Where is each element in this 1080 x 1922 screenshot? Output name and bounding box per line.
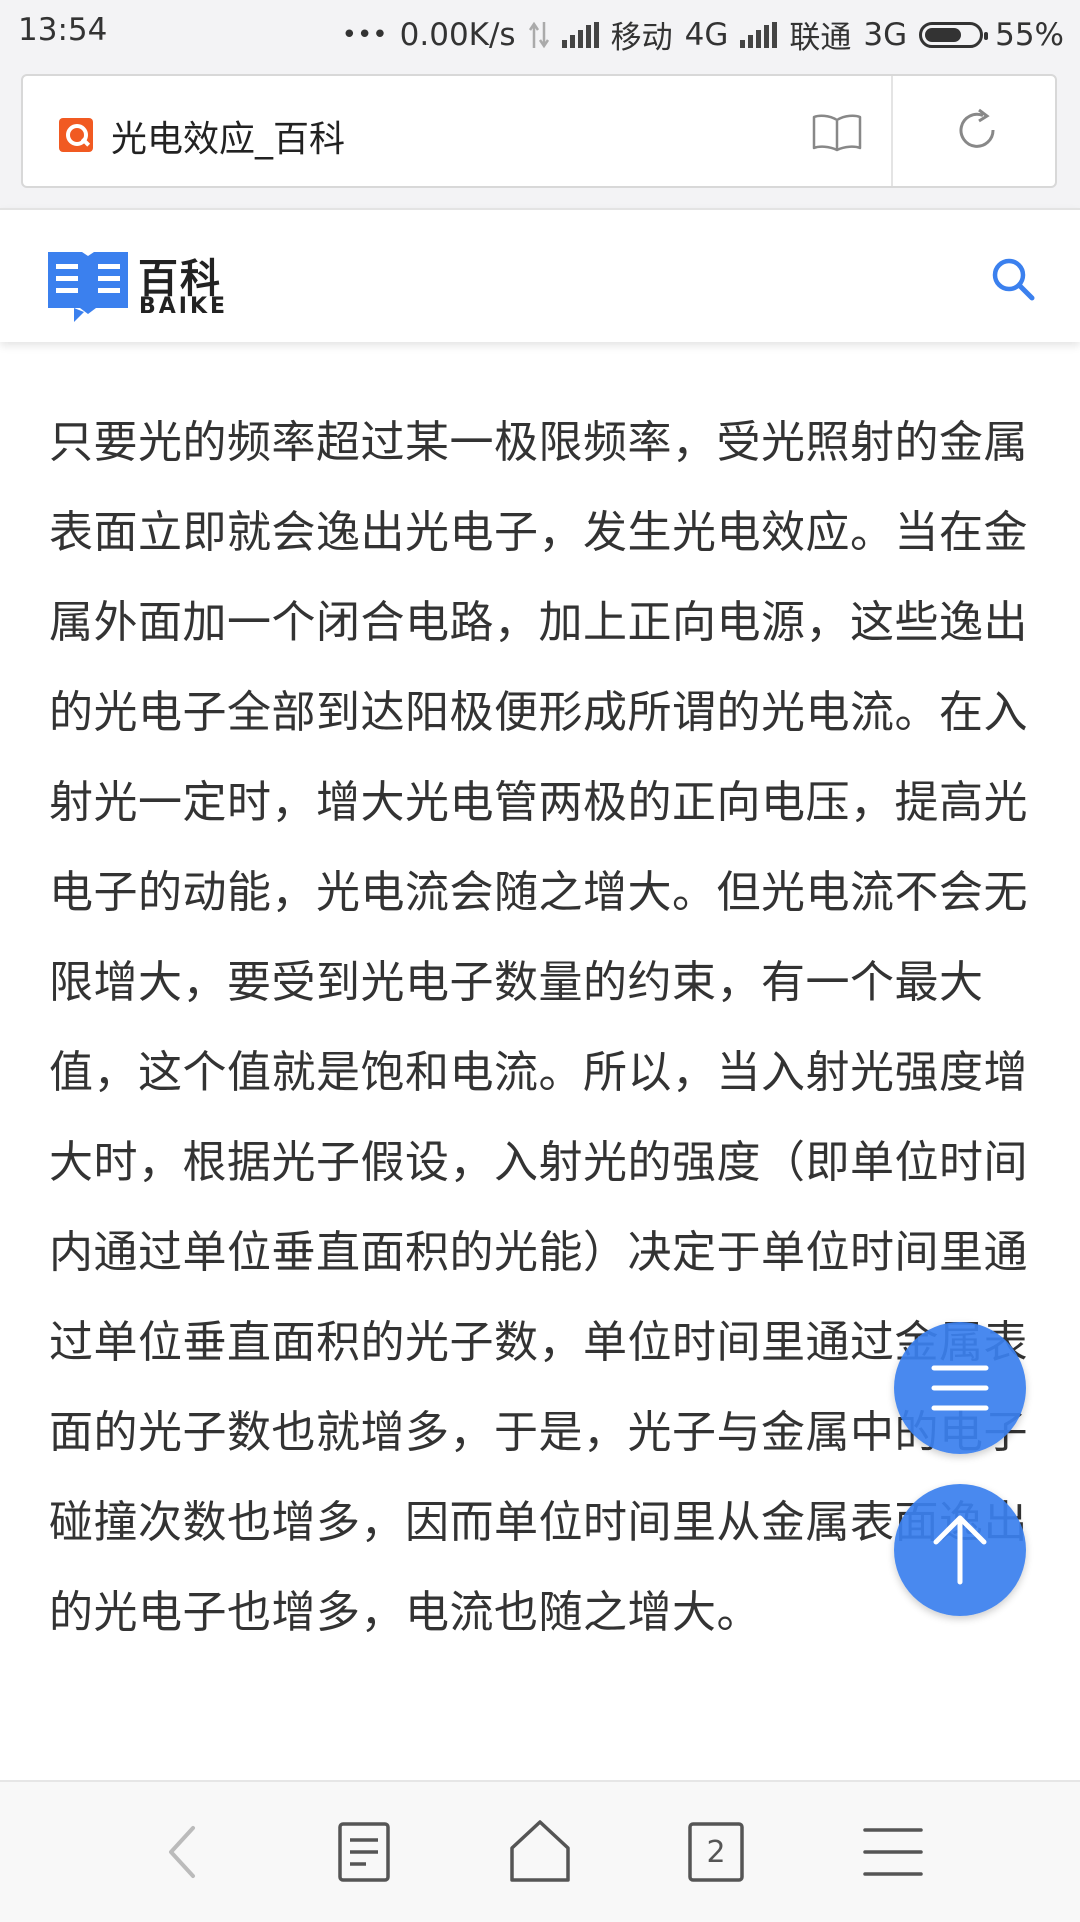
network-type-2: 3G: [863, 16, 908, 53]
network-speed: 0.00K/s: [399, 16, 516, 53]
back-to-top-button[interactable]: [894, 1484, 1026, 1616]
site-header: 百科 BAIKE: [0, 208, 1080, 342]
battery-icon: [919, 21, 989, 48]
reader-mode-icon[interactable]: [811, 112, 863, 152]
menu-button[interactable]: [855, 1814, 931, 1890]
list-icon: [931, 1365, 989, 1411]
browser-address-area: 光电效应_百科: [0, 62, 1080, 208]
carrier-2: 联通: [789, 20, 852, 56]
carrier-1: 移动: [610, 20, 673, 56]
page-title[interactable]: 光电效应_百科: [111, 110, 345, 162]
back-icon: [169, 1826, 195, 1878]
signal-icon-1: [561, 21, 599, 48]
bottom-toolbar: 2: [0, 1780, 1080, 1922]
address-divider: [891, 76, 893, 186]
tabs-count: 2: [706, 1834, 726, 1870]
bookmarks-button[interactable]: [326, 1814, 402, 1890]
home-icon: [510, 1820, 570, 1882]
address-bar[interactable]: 光电效应_百科: [21, 74, 1057, 188]
battery-level: 55%: [995, 16, 1064, 53]
bookmarks-icon: [338, 1822, 390, 1882]
refresh-icon[interactable]: [953, 106, 1001, 154]
article-body: 只要光的频率超过某一极限频率，受光照射的金属表面立即就会逸出光电子，发生光电效应…: [49, 398, 1039, 1658]
back-button[interactable]: [147, 1814, 223, 1890]
search-logo-icon: [59, 118, 93, 152]
search-icon[interactable]: [990, 256, 1036, 302]
signal-icon-2: [740, 21, 778, 48]
data-transfer-icon: [528, 21, 549, 48]
status-bar: 13:54 ••• 0.00K/s 移动 4G 联通 3G 55%: [0, 0, 1080, 62]
arrow-up-icon: [933, 1515, 987, 1585]
more-dots: •••: [341, 19, 388, 50]
table-of-contents-button[interactable]: [894, 1322, 1026, 1454]
logo-text-en: BAIKE: [139, 294, 229, 319]
network-type-1: 4G: [684, 16, 729, 53]
baike-logo-icon[interactable]: [48, 250, 128, 322]
tabs-button[interactable]: 2: [678, 1814, 754, 1890]
article-paragraph: 只要光的频率超过某一极限频率，受光照射的金属表面立即就会逸出光电子，发生光电效应…: [49, 417, 1028, 1638]
status-right: ••• 0.00K/s 移动 4G 联通 3G 55%: [342, 12, 1064, 57]
status-time: 13:54: [18, 12, 108, 48]
menu-icon: [863, 1828, 923, 1876]
home-button[interactable]: [502, 1814, 578, 1890]
